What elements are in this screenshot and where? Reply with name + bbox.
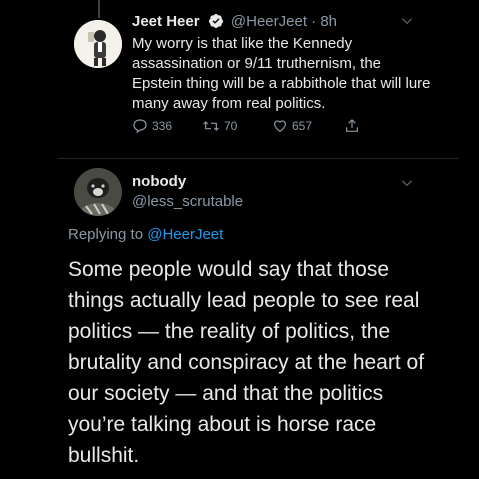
like-icon [272,118,288,134]
mention-link[interactable]: @HeerJeet [147,226,223,243]
tweet-text: Some people would say that those things … [68,258,425,467]
like-button[interactable]: 657 [272,118,312,134]
avatar[interactable] [74,168,122,216]
separator: · [311,13,317,30]
tweet-text: My worry is that like the Kennedy assass… [132,35,431,112]
reply-count: 336 [152,119,173,133]
display-name[interactable]: nobody [132,173,186,190]
verified-badge-icon [208,13,224,35]
reply-button[interactable]: 336 [132,118,172,134]
retweet-count: 70 [224,119,238,133]
retweet-button[interactable]: 70 [202,118,237,134]
tweet-divider [58,158,459,159]
like-count: 657 [292,119,313,133]
replying-prefix: Replying to [68,226,144,243]
tweet-header: nobody @less_scrutable [132,172,243,212]
chevron-down-icon[interactable] [400,14,414,33]
avatar[interactable] [74,20,122,68]
display-name[interactable]: Jeet Heer [132,13,200,30]
tweet-jeet-heer[interactable]: Jeet Heer @HeerJeet · 8h My worry is tha… [0,0,479,160]
tweet-actions: 336 70 657 [132,118,392,140]
share-icon [344,118,360,134]
handle[interactable]: @HeerJeet [231,13,307,30]
handle[interactable]: @less_scrutable [132,192,243,212]
share-button[interactable] [344,118,360,134]
reply-icon [132,118,148,134]
replying-to: Replying to @HeerJeet [68,226,223,243]
chevron-down-icon[interactable] [400,176,414,195]
tweet-header: Jeet Heer @HeerJeet · 8h [132,12,337,35]
timestamp[interactable]: 8h [320,13,337,30]
retweet-icon [202,118,220,134]
